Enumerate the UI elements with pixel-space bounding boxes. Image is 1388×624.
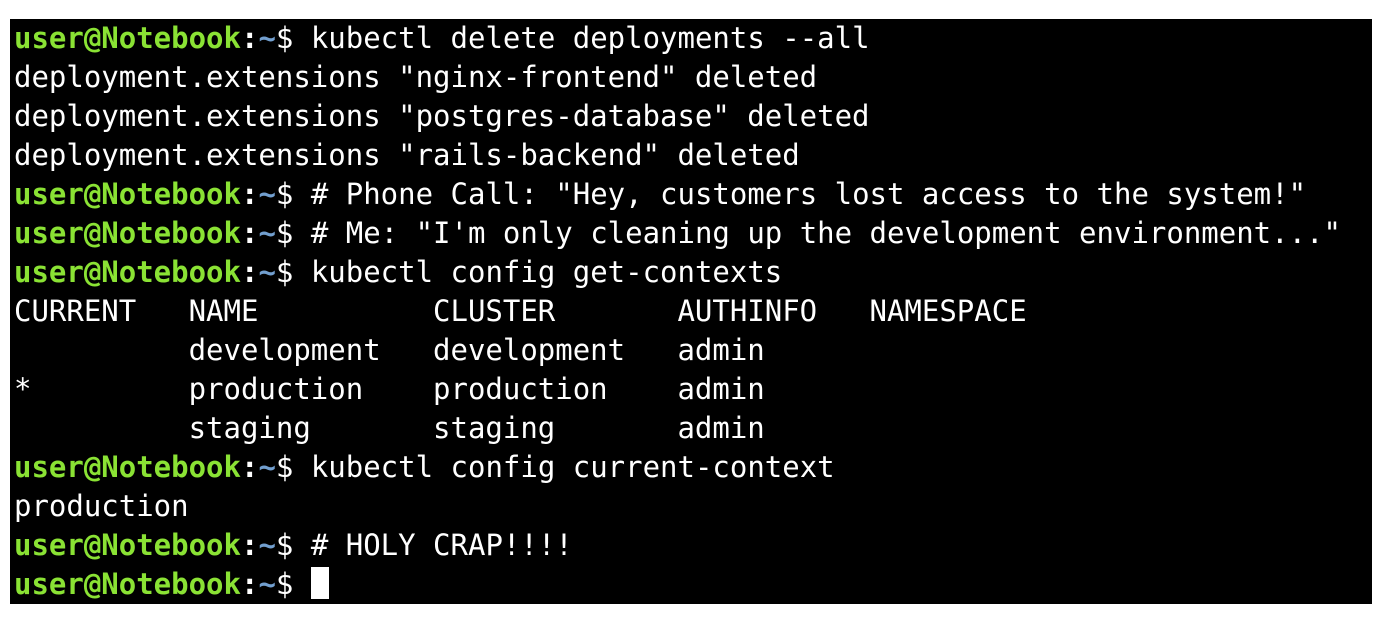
command-text: # Phone Call: "Hey, customers lost acces…: [310, 177, 1307, 211]
output-line: staging staging admin: [14, 409, 1341, 448]
command-text: kubectl config current-context: [310, 450, 835, 484]
prompt-dollar: $: [275, 255, 311, 289]
output-text: staging staging admin: [14, 411, 765, 445]
output-text: * production production admin: [14, 372, 765, 406]
prompt-colon: :: [240, 450, 259, 484]
output-text: deployment.extensions "nginx-frontend" d…: [14, 60, 818, 94]
prompt-path: ~: [258, 216, 276, 250]
prompt-user-host: user@Notebook: [14, 177, 241, 211]
terminal-screen: user@Notebook:~$ kubectl delete deployme…: [14, 19, 1341, 604]
prompt-path: ~: [258, 21, 276, 55]
prompt-colon: :: [240, 255, 259, 289]
prompt-colon: :: [240, 216, 259, 250]
prompt-path: ~: [258, 567, 276, 601]
prompt-dollar: $: [275, 177, 311, 211]
prompt-path: ~: [258, 255, 276, 289]
output-line: development development admin: [14, 331, 1341, 370]
prompt-user-host: user@Notebook: [14, 528, 241, 562]
terminal-cursor[interactable]: [310, 567, 329, 599]
prompt-path: ~: [258, 177, 276, 211]
command-text: # Me: "I'm only cleaning up the developm…: [310, 216, 1341, 250]
prompt-colon: :: [240, 21, 259, 55]
prompt-user-host: user@Notebook: [14, 255, 241, 289]
prompt-line: user@Notebook:~$: [14, 565, 1341, 604]
prompt-line: user@Notebook:~$ kubectl delete deployme…: [14, 19, 1341, 58]
prompt-line: user@Notebook:~$ # Phone Call: "Hey, cus…: [14, 175, 1341, 214]
prompt-dollar: $: [275, 450, 311, 484]
output-text: deployment.extensions "rails-backend" de…: [14, 138, 800, 172]
command-text: kubectl delete deployments --all: [310, 21, 870, 55]
prompt-user-host: user@Notebook: [14, 216, 241, 250]
prompt-colon: :: [240, 567, 259, 601]
command-text: # HOLY CRAP!!!!: [310, 528, 573, 562]
prompt-user-host: user@Notebook: [14, 21, 241, 55]
output-text: production: [14, 489, 189, 523]
command-text: kubectl config get-contexts: [310, 255, 783, 289]
prompt-user-host: user@Notebook: [14, 567, 241, 601]
output-line: production: [14, 487, 1341, 526]
output-line: deployment.extensions "nginx-frontend" d…: [14, 58, 1341, 97]
prompt-dollar: $: [275, 21, 311, 55]
output-line: deployment.extensions "rails-backend" de…: [14, 136, 1341, 175]
prompt-line: user@Notebook:~$ # Me: "I'm only cleanin…: [14, 214, 1341, 253]
output-text: CURRENT NAME CLUSTER AUTHINFO NAMESPACE: [14, 294, 1027, 328]
output-line: CURRENT NAME CLUSTER AUTHINFO NAMESPACE: [14, 292, 1341, 331]
output-line: deployment.extensions "postgres-database…: [14, 97, 1341, 136]
prompt-path: ~: [258, 450, 276, 484]
prompt-dollar: $: [275, 567, 311, 601]
prompt-line: user@Notebook:~$ # HOLY CRAP!!!!: [14, 526, 1341, 565]
prompt-line: user@Notebook:~$ kubectl config current-…: [14, 448, 1341, 487]
prompt-colon: :: [240, 528, 259, 562]
prompt-dollar: $: [275, 528, 311, 562]
terminal-window[interactable]: user@Notebook:~$ kubectl delete deployme…: [10, 19, 1372, 604]
output-line: * production production admin: [14, 370, 1341, 409]
prompt-path: ~: [258, 528, 276, 562]
output-text: deployment.extensions "postgres-database…: [14, 99, 870, 133]
prompt-line: user@Notebook:~$ kubectl config get-cont…: [14, 253, 1341, 292]
prompt-user-host: user@Notebook: [14, 450, 241, 484]
prompt-dollar: $: [275, 216, 311, 250]
output-text: development development admin: [14, 333, 765, 367]
prompt-colon: :: [240, 177, 259, 211]
